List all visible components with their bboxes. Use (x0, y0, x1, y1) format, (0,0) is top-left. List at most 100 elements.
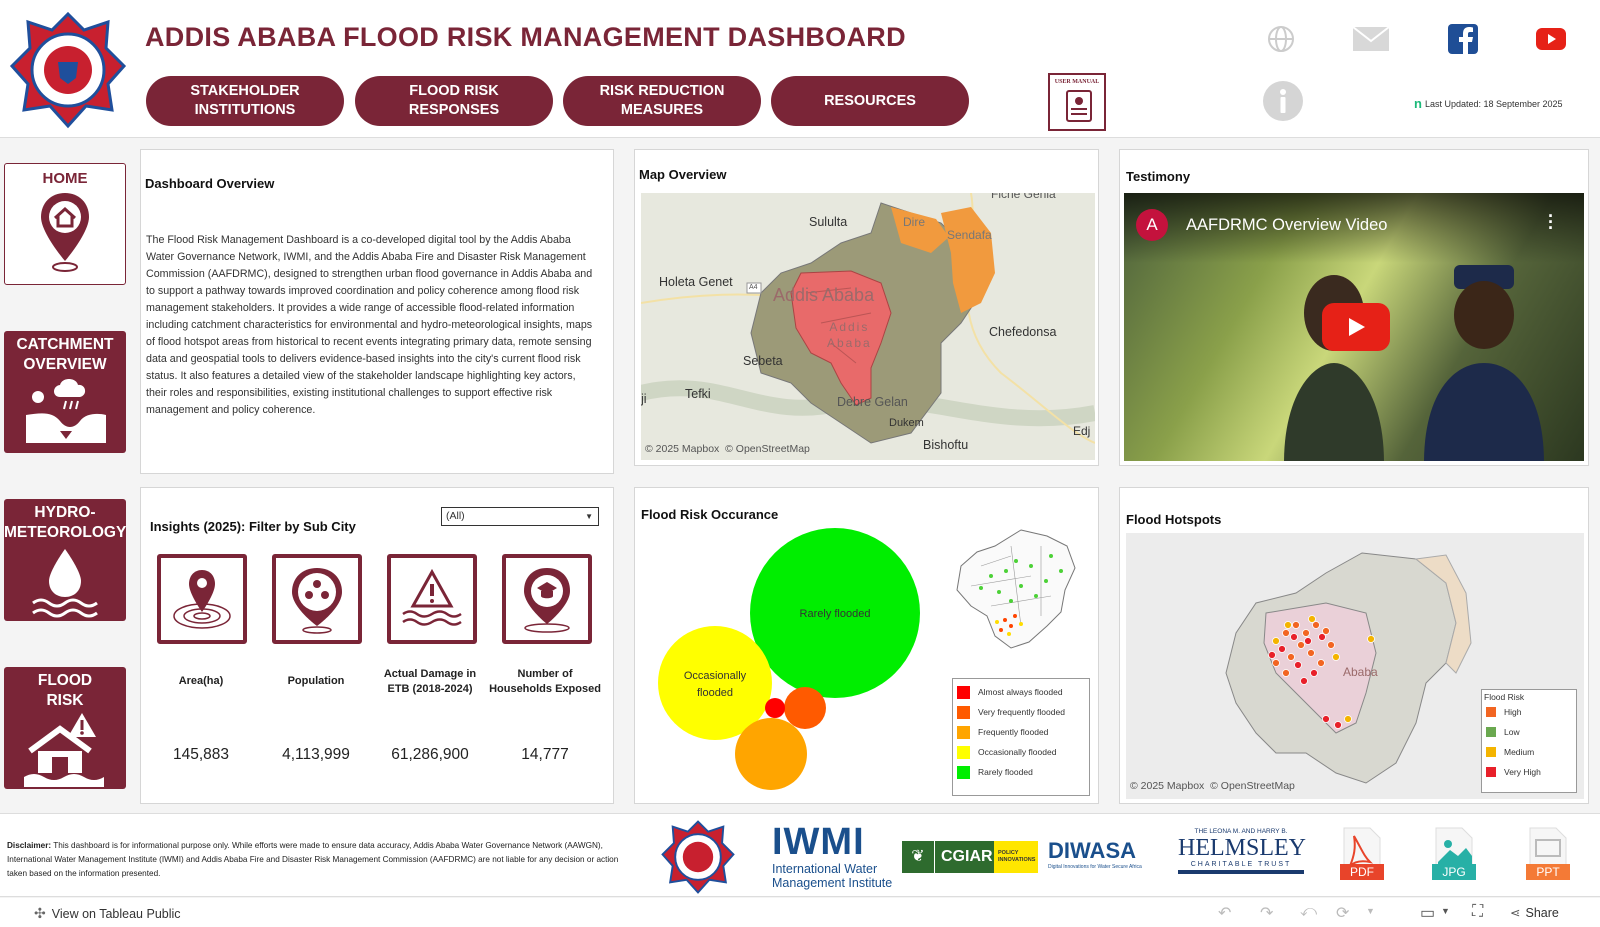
kpi-label-text: Actual Damage in (383, 668, 477, 680)
play-button[interactable] (1322, 303, 1390, 351)
bubble-label-occasionally-1: Occasionally (684, 670, 747, 682)
nav-label: RESPONSES (408, 102, 500, 118)
kpi-label-damage: Actual Damage in ETB (2018-2024) (372, 667, 488, 697)
bubble-frequently-flooded[interactable] (735, 718, 807, 790)
nav-risk-reduction-measures[interactable]: RISK REDUCTION MEASURES (563, 76, 761, 126)
legend-label: Medium (1504, 747, 1535, 757)
map-label-debre: Debre Gelan (837, 395, 908, 409)
iwmi-name: International Water (772, 862, 878, 876)
channel-avatar[interactable]: A (1136, 209, 1168, 241)
share-button[interactable]: ⋖ Share (1510, 905, 1559, 921)
legend-swatch (1486, 767, 1496, 777)
sidebar-hydro-meteorology-button[interactable]: HYDRO- METEOROLOGY (4, 499, 126, 621)
catchment-label: OVERVIEW (23, 356, 107, 373)
hotspots-attribution[interactable]: © 2025 Mapbox © OpenStreetMap (1130, 780, 1295, 792)
comment-icon[interactable]: ▭ (1420, 903, 1435, 923)
legend-item[interactable]: Almost always flooded (953, 682, 1089, 702)
view-on-tableau-link[interactable]: ✣ View on Tableau Public (34, 905, 181, 922)
video-title[interactable]: AAFDRMC Overview Video (1186, 216, 1387, 235)
nav-stakeholder-institutions[interactable]: STAKEHOLDER INSTITUTIONS (146, 76, 344, 126)
map-label-road: A4 (749, 284, 758, 291)
legend-swatch (957, 725, 970, 739)
hotspots-map-label: Ababa (1343, 665, 1378, 679)
person-silhouette-left (1284, 275, 1384, 461)
bubble-chart: Rarely flooded Occasionally flooded (658, 528, 920, 790)
kpi-label-text: Number of (517, 668, 573, 680)
iwmi-logo[interactable]: IWMI International Water Management Insti… (772, 822, 892, 890)
view-on-tableau-text: View on Tableau Public (51, 906, 181, 921)
undo-icon[interactable]: ↶ (1218, 903, 1231, 923)
sidebar-catchment-overview-button[interactable]: CATCHMENT OVERVIEW (4, 331, 126, 453)
more-options-icon[interactable]: · · · (1548, 207, 1554, 237)
pause-dropdown-icon[interactable]: ▼ (1366, 906, 1375, 916)
comment-dropdown-icon[interactable]: ▼ (1441, 906, 1450, 916)
cgiar-logo[interactable]: ❦ CGIAR POLICY INNOVATIONS (902, 841, 1038, 873)
kpi-label-text: ETB (2018-2024) (387, 683, 473, 695)
helmsley-logo[interactable]: THE LEONA M. AND HARRY B. HELMSLEY CHARI… (1178, 828, 1306, 874)
youtube-icon[interactable] (1536, 28, 1566, 50)
policy-label: POLICY (998, 850, 1019, 856)
sidebar-home-button[interactable]: HOME (4, 163, 126, 285)
insights-panel: Insights (2025): Filter by Sub City (All… (140, 487, 614, 804)
video-player[interactable]: A AAFDRMC Overview Video · · · (1124, 193, 1584, 461)
legend-item[interactable]: Frequently flooded (953, 722, 1089, 742)
map-label-sendafa: Sendafa (947, 228, 992, 242)
redo-icon[interactable]: ↷ (1260, 903, 1273, 923)
map-attribution[interactable]: © 2025 Mapbox © OpenStreetMap (645, 443, 810, 455)
refresh-icon[interactable]: ⟳ (1336, 903, 1349, 923)
households-kpi-icon (502, 554, 592, 644)
export-jpg-button[interactable]: JPG (1432, 826, 1476, 880)
header: ADDIS ABABA FLOOD RISK MANAGEMENT DASHBO… (0, 0, 1600, 138)
flood-occurance-minimap[interactable] (951, 526, 1083, 652)
diwasa-tagline: Digital Innovations for Water Secure Afr… (1048, 864, 1142, 870)
dropdown-arrow-icon: ▼ (585, 512, 593, 521)
play-icon (1349, 318, 1365, 336)
export-pdf-button[interactable]: PDF (1340, 826, 1384, 880)
person-silhouette-right (1424, 265, 1544, 461)
dashboard-overview-panel: Dashboard Overview The Flood Risk Manage… (140, 149, 614, 474)
fullscreen-icon[interactable]: ⛶ (1472, 903, 1483, 921)
hotspots-title: Flood Hotspots (1126, 512, 1222, 527)
revert-icon[interactable]: ⤺ (1300, 903, 1317, 921)
legend-item[interactable]: Very frequently flooded (953, 702, 1089, 722)
diwasa-logo[interactable]: DIWASA Digital Innovations for Water Sec… (1048, 838, 1142, 870)
filter-value: (All) (446, 510, 465, 522)
helmsley-wordmark: HELMSLEY (1178, 835, 1306, 861)
sidebar-flood-risk-button[interactable]: FLOOD RISK (4, 667, 126, 789)
legend-item[interactable]: Low (1482, 722, 1576, 742)
location-pin-icon (173, 570, 231, 629)
user-manual-button[interactable]: USER MANUAL (1048, 73, 1106, 131)
households-icon (524, 568, 570, 633)
globe-icon[interactable] (1266, 24, 1296, 54)
legend-item[interactable]: Very High (1482, 762, 1576, 782)
share-icon: ⋖ (1510, 906, 1521, 920)
kpi-value-households: 14,777 (521, 746, 569, 763)
tableau-toolbar: ✣ View on Tableau Public ↶ ↷ ⤺ ⟳ ▼ ▭ ▼ ⛶… (0, 898, 1600, 927)
home-pin-icon (41, 193, 89, 272)
home-label: HOME (42, 170, 88, 187)
map-label-addis-small: Addis Ababa (827, 319, 872, 351)
nav-resources[interactable]: RESOURCES (771, 76, 969, 126)
export-ppt-button[interactable]: PPT (1526, 826, 1570, 880)
legend-item[interactable]: Occasionally flooded (953, 742, 1089, 762)
subcity-filter[interactable]: (All) ▼ (441, 507, 599, 526)
aafdrmc-footer-logo[interactable] (660, 819, 736, 895)
legend-item[interactable]: Rarely flooded (953, 762, 1089, 782)
nav-label: RESOURCES (824, 92, 916, 109)
nav-flood-risk-responses[interactable]: FLOOD RISK RESPONSES (355, 76, 553, 126)
legend-label: Frequently flooded (978, 727, 1049, 737)
insights-title: Insights (2025): Filter by Sub City (150, 519, 356, 534)
bubble-very-frequently-flooded[interactable] (784, 687, 826, 729)
nav-label: FLOOD RISK (409, 83, 499, 99)
map-overview-map[interactable]: Fiche Genia Sululta Dire Sendafa Holeta … (641, 193, 1095, 460)
hotspots-map[interactable]: Ababa © 2025 Mapbox © OpenStreetMap Floo… (1126, 533, 1584, 799)
facebook-icon[interactable] (1448, 24, 1478, 54)
kpi-label-text: Area(ha) (178, 675, 224, 687)
info-icon[interactable] (1262, 80, 1304, 122)
legend-item[interactable]: High (1482, 702, 1576, 722)
policy-label: INNOVATIONS (998, 857, 1036, 863)
legend-item[interactable]: Medium (1482, 742, 1576, 762)
bubble-almost-always-flooded[interactable] (765, 698, 785, 718)
hydro-label: HYDRO- (34, 504, 96, 521)
email-icon[interactable] (1352, 26, 1390, 52)
